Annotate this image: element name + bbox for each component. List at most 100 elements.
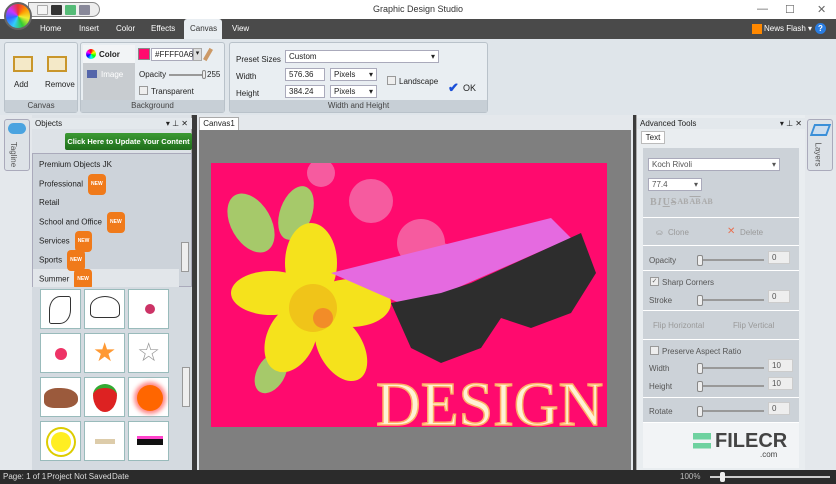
- category-item[interactable]: School and Office NEW: [33, 212, 191, 233]
- category-item[interactable]: Services NEW: [33, 231, 191, 252]
- save-icon[interactable]: [51, 4, 62, 15]
- tab-text[interactable]: Text: [641, 131, 665, 144]
- ok-button[interactable]: OK: [463, 83, 476, 93]
- height-label: Height: [649, 382, 673, 391]
- ribbon: Add Remove Canvas Color Image #FFFF0A6E …: [0, 39, 836, 115]
- stroke-slider[interactable]: [697, 295, 764, 306]
- rotate-input[interactable]: 0: [768, 402, 790, 415]
- thumb-orange-starfish[interactable]: ★: [84, 333, 125, 373]
- minimize-button[interactable]: —: [757, 3, 768, 15]
- canvas-tab[interactable]: Canvas1: [199, 117, 239, 130]
- opacity-slider[interactable]: [697, 255, 764, 266]
- underline-button[interactable]: U: [663, 197, 670, 208]
- category-item-selected[interactable]: Summer NEW: [33, 269, 179, 290]
- color-swatch[interactable]: [138, 48, 150, 60]
- outline-text-button[interactable]: AB: [702, 197, 713, 208]
- tab-effects[interactable]: Effects: [145, 19, 181, 39]
- tab-home[interactable]: Home: [34, 19, 67, 39]
- add-button[interactable]: Add: [14, 80, 28, 89]
- layers-tab[interactable]: Layers: [807, 119, 833, 171]
- shadow-text-button[interactable]: AB: [677, 197, 688, 208]
- update-content-button[interactable]: Click Here to Update Your Content: [65, 133, 192, 150]
- italic-button[interactable]: I: [658, 197, 662, 208]
- advanced-tools-header: Advanced Tools ▾ ⊥ ✕: [637, 118, 806, 129]
- category-scrollbar[interactable]: [181, 242, 189, 272]
- height-input[interactable]: 10: [768, 377, 793, 390]
- flip-vertical-button[interactable]: Flip Vertical: [733, 321, 774, 330]
- thumb-glasses[interactable]: [84, 421, 125, 461]
- width-unit-dropdown[interactable]: Pixels: [330, 68, 377, 81]
- thumb-yellow-sun[interactable]: [40, 421, 81, 461]
- design-canvas[interactable]: DESIGN: [211, 163, 607, 427]
- stroke-section: ✓ Sharp Corners Stroke 0: [643, 271, 799, 311]
- thumb-orange-sun[interactable]: [128, 377, 169, 417]
- eyedropper-icon[interactable]: [203, 47, 213, 62]
- thumb-scallop-shell[interactable]: [84, 289, 125, 329]
- stroke-input[interactable]: 0: [768, 290, 790, 303]
- opacity-input[interactable]: 0: [768, 251, 790, 264]
- width-input[interactable]: 576.36: [285, 68, 325, 81]
- color-dropdown-button[interactable]: ▾: [193, 48, 202, 61]
- category-item[interactable]: Premium Objects JK: [33, 155, 191, 174]
- rotate-slider[interactable]: [697, 406, 764, 417]
- transparent-checkbox[interactable]: [139, 86, 148, 95]
- tab-color[interactable]: Color: [110, 19, 141, 39]
- date-label: Date: [112, 472, 129, 481]
- print-icon[interactable]: [79, 4, 90, 15]
- font-dropdown[interactable]: Koch Rivoli: [648, 158, 780, 171]
- zoom-slider[interactable]: [710, 476, 830, 478]
- height-slider[interactable]: [697, 381, 764, 392]
- panel-controls[interactable]: ▾ ⊥ ✕: [166, 118, 188, 129]
- color-tab[interactable]: Color: [83, 45, 135, 63]
- font-size-dropdown[interactable]: 77.4: [648, 178, 702, 191]
- tab-canvas[interactable]: Canvas: [184, 19, 222, 39]
- sharp-corners-checkbox[interactable]: ✓: [650, 277, 659, 286]
- panel-controls[interactable]: ▾ ⊥ ✕: [780, 118, 802, 129]
- width-slider[interactable]: [697, 363, 764, 374]
- help-button[interactable]: ?: [815, 23, 826, 34]
- height-input[interactable]: 384.24: [285, 85, 325, 98]
- preset-sizes-label: Preset Sizes: [236, 55, 281, 64]
- remove-canvas-icon: [47, 56, 67, 72]
- thumb-pink-bloom[interactable]: [40, 333, 81, 373]
- opacity-slider[interactable]: [169, 74, 205, 76]
- thumb-strawberry[interactable]: [84, 377, 125, 417]
- category-item[interactable]: Sports NEW: [33, 250, 191, 271]
- news-flash-button[interactable]: News Flash ▾: [764, 24, 812, 33]
- thumb-white-starfish[interactable]: ☆: [128, 333, 169, 373]
- opacity-slider-thumb[interactable]: [202, 70, 206, 79]
- thumb-sunglasses[interactable]: [128, 421, 169, 461]
- overline-button[interactable]: AB: [690, 197, 701, 208]
- thumbnail-scrollbar[interactable]: [182, 367, 190, 407]
- maximize-button[interactable]: ☐: [785, 3, 795, 16]
- tab-insert[interactable]: Insert: [73, 19, 105, 39]
- strikethrough-button[interactable]: S: [671, 197, 677, 208]
- preserve-aspect-checkbox[interactable]: [650, 346, 659, 355]
- image-tab[interactable]: Image: [101, 70, 123, 79]
- remove-button[interactable]: Remove: [45, 80, 75, 89]
- thumb-seashell[interactable]: [40, 289, 81, 329]
- landscape-checkbox[interactable]: [387, 76, 396, 85]
- width-input[interactable]: 10: [768, 359, 793, 372]
- clone-button[interactable]: Clone: [668, 228, 689, 237]
- category-item[interactable]: Retail: [33, 193, 191, 212]
- height-unit-dropdown[interactable]: Pixels: [330, 85, 377, 98]
- thumb-pink-flower[interactable]: [128, 289, 169, 329]
- preset-sizes-dropdown[interactable]: Custom: [285, 50, 439, 63]
- zoom-slider-thumb[interactable]: [720, 472, 725, 482]
- app-logo-button[interactable]: [4, 2, 32, 30]
- color-hex-input[interactable]: #FFFF0A6E: [151, 48, 199, 61]
- new-file-icon[interactable]: [37, 4, 48, 15]
- tab-view[interactable]: View: [226, 19, 255, 39]
- delete-button[interactable]: Delete: [740, 228, 763, 237]
- design-text[interactable]: DESIGN: [375, 370, 604, 427]
- bold-button[interactable]: B: [650, 197, 657, 208]
- export-icon[interactable]: [65, 4, 76, 15]
- close-button[interactable]: ✕: [817, 3, 826, 16]
- thumb-steak[interactable]: [40, 377, 81, 417]
- quick-access-toolbar: [28, 2, 100, 17]
- category-item[interactable]: Professional NEW: [33, 174, 191, 195]
- tagline-tab[interactable]: Tagline: [4, 119, 30, 171]
- flip-horizontal-button[interactable]: Flip Horizontal: [653, 321, 704, 330]
- category-list[interactable]: Premium Objects JK Professional NEW Retai…: [32, 153, 192, 290]
